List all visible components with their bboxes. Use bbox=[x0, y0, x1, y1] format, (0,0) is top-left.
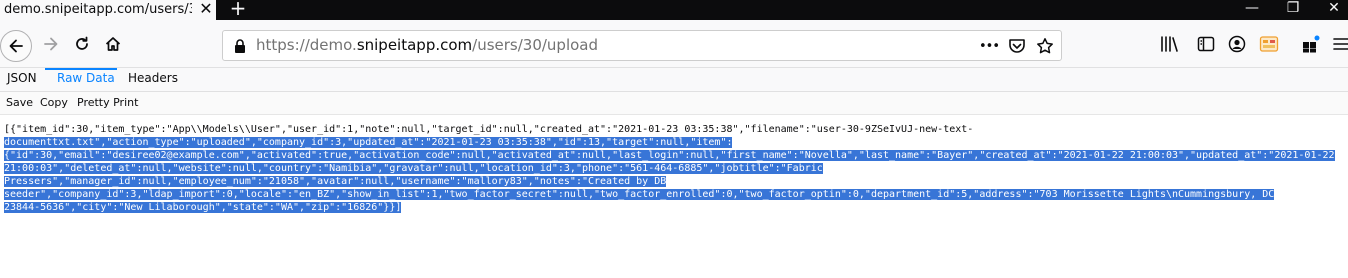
tab-raw-data[interactable]: Raw Data bbox=[57, 68, 115, 89]
restore-button[interactable]: ❐ bbox=[1281, 0, 1305, 18]
new-tab-button[interactable]: + bbox=[228, 0, 248, 18]
page-actions-icon[interactable]: ••• bbox=[979, 36, 1000, 56]
menu-icon[interactable] bbox=[1330, 33, 1348, 55]
minimize-button[interactable]: — bbox=[1240, 0, 1264, 18]
navigation-bar: https://demo.snipeitapp.com/users/30/upl… bbox=[0, 20, 1348, 68]
url-prefix: https://demo. bbox=[256, 36, 357, 54]
raw-line: documenttxt.txt","action_type":"uploaded… bbox=[4, 136, 1344, 149]
tab-json[interactable]: JSON bbox=[7, 68, 37, 89]
raw-line-selected: Pressers","manager_id":null,"employee_nu… bbox=[4, 176, 667, 187]
save-button[interactable]: Save bbox=[6, 95, 33, 111]
extension-icon[interactable] bbox=[1258, 33, 1280, 55]
pretty-print-button[interactable]: Pretty Print bbox=[77, 95, 138, 111]
reload-button[interactable] bbox=[67, 29, 97, 59]
raw-line: {"id":30,"email":"desiree02@example.com"… bbox=[4, 149, 1344, 162]
tab-headers[interactable]: Headers bbox=[128, 68, 178, 89]
raw-toolbar: Save Copy Pretty Print bbox=[0, 92, 1348, 115]
raw-line: Pressers","manager_id":null,"employee_nu… bbox=[4, 175, 1344, 188]
url-text[interactable]: https://demo.snipeitapp.com/users/30/upl… bbox=[256, 35, 598, 55]
tab-strip: demo.snipeitapp.com/users/30/upload ✕ + … bbox=[0, 0, 1348, 20]
forward-button[interactable] bbox=[36, 29, 66, 59]
home-icon bbox=[105, 37, 121, 51]
raw-line: [{"item_id":30,"item_type":"App\\Models\… bbox=[4, 123, 1344, 136]
raw-line-selected: documenttxt.txt","action_type":"uploaded… bbox=[4, 137, 733, 148]
url-path: /users/30/upload bbox=[472, 36, 599, 54]
sidebar-icon[interactable] bbox=[1195, 33, 1217, 55]
close-window-button[interactable]: ✕ bbox=[1322, 0, 1346, 18]
raw-line-text: [{"item_id":30,"item_type":"App\\Models\… bbox=[4, 124, 974, 135]
forward-arrow-icon bbox=[44, 37, 58, 51]
raw-line-selected: 23844-5636","city":"New Lilaborough","st… bbox=[4, 202, 402, 213]
bookmark-star-icon[interactable] bbox=[1035, 36, 1055, 56]
lock-icon[interactable] bbox=[230, 36, 250, 56]
raw-line-selected: {"id":30,"email":"desiree02@example.com"… bbox=[4, 150, 1335, 161]
account-icon[interactable] bbox=[1226, 33, 1248, 55]
raw-line: seeder","company_id":3,"ldap_import":0,"… bbox=[4, 188, 1344, 201]
pocket-icon[interactable] bbox=[1007, 36, 1027, 56]
raw-json-content[interactable]: [{"item_id":30,"item_type":"App\\Models\… bbox=[4, 123, 1344, 214]
url-host: snipeitapp.com bbox=[356, 36, 473, 54]
json-viewer-tabs: JSON Raw Data Headers bbox=[0, 68, 1348, 92]
back-arrow-icon bbox=[9, 39, 23, 53]
reload-icon bbox=[76, 36, 88, 50]
tab-close-icon[interactable]: ✕ bbox=[197, 0, 215, 18]
library-icon[interactable] bbox=[1159, 33, 1181, 55]
browser-tab[interactable]: demo.snipeitapp.com/users/30/upload ✕ bbox=[0, 0, 216, 20]
raw-line: 23844-5636","city":"New Lilaborough","st… bbox=[4, 201, 1344, 214]
url-bar[interactable]: https://demo.snipeitapp.com/users/30/upl… bbox=[222, 30, 1062, 61]
tab-title: demo.snipeitapp.com/users/30/upload bbox=[4, 2, 192, 17]
raw-line: 21:00:03","deleted_at":null,"website":nu… bbox=[4, 162, 1344, 175]
raw-line-selected: 21:00:03","deleted_at":null,"website":nu… bbox=[4, 163, 823, 174]
copy-button[interactable]: Copy bbox=[40, 95, 68, 111]
back-button[interactable] bbox=[0, 30, 32, 62]
raw-line-selected: seeder","company_id":3,"ldap_import":0,"… bbox=[4, 189, 1275, 200]
extensions-puzzle-icon[interactable] bbox=[1300, 33, 1322, 55]
home-button[interactable] bbox=[98, 29, 128, 59]
